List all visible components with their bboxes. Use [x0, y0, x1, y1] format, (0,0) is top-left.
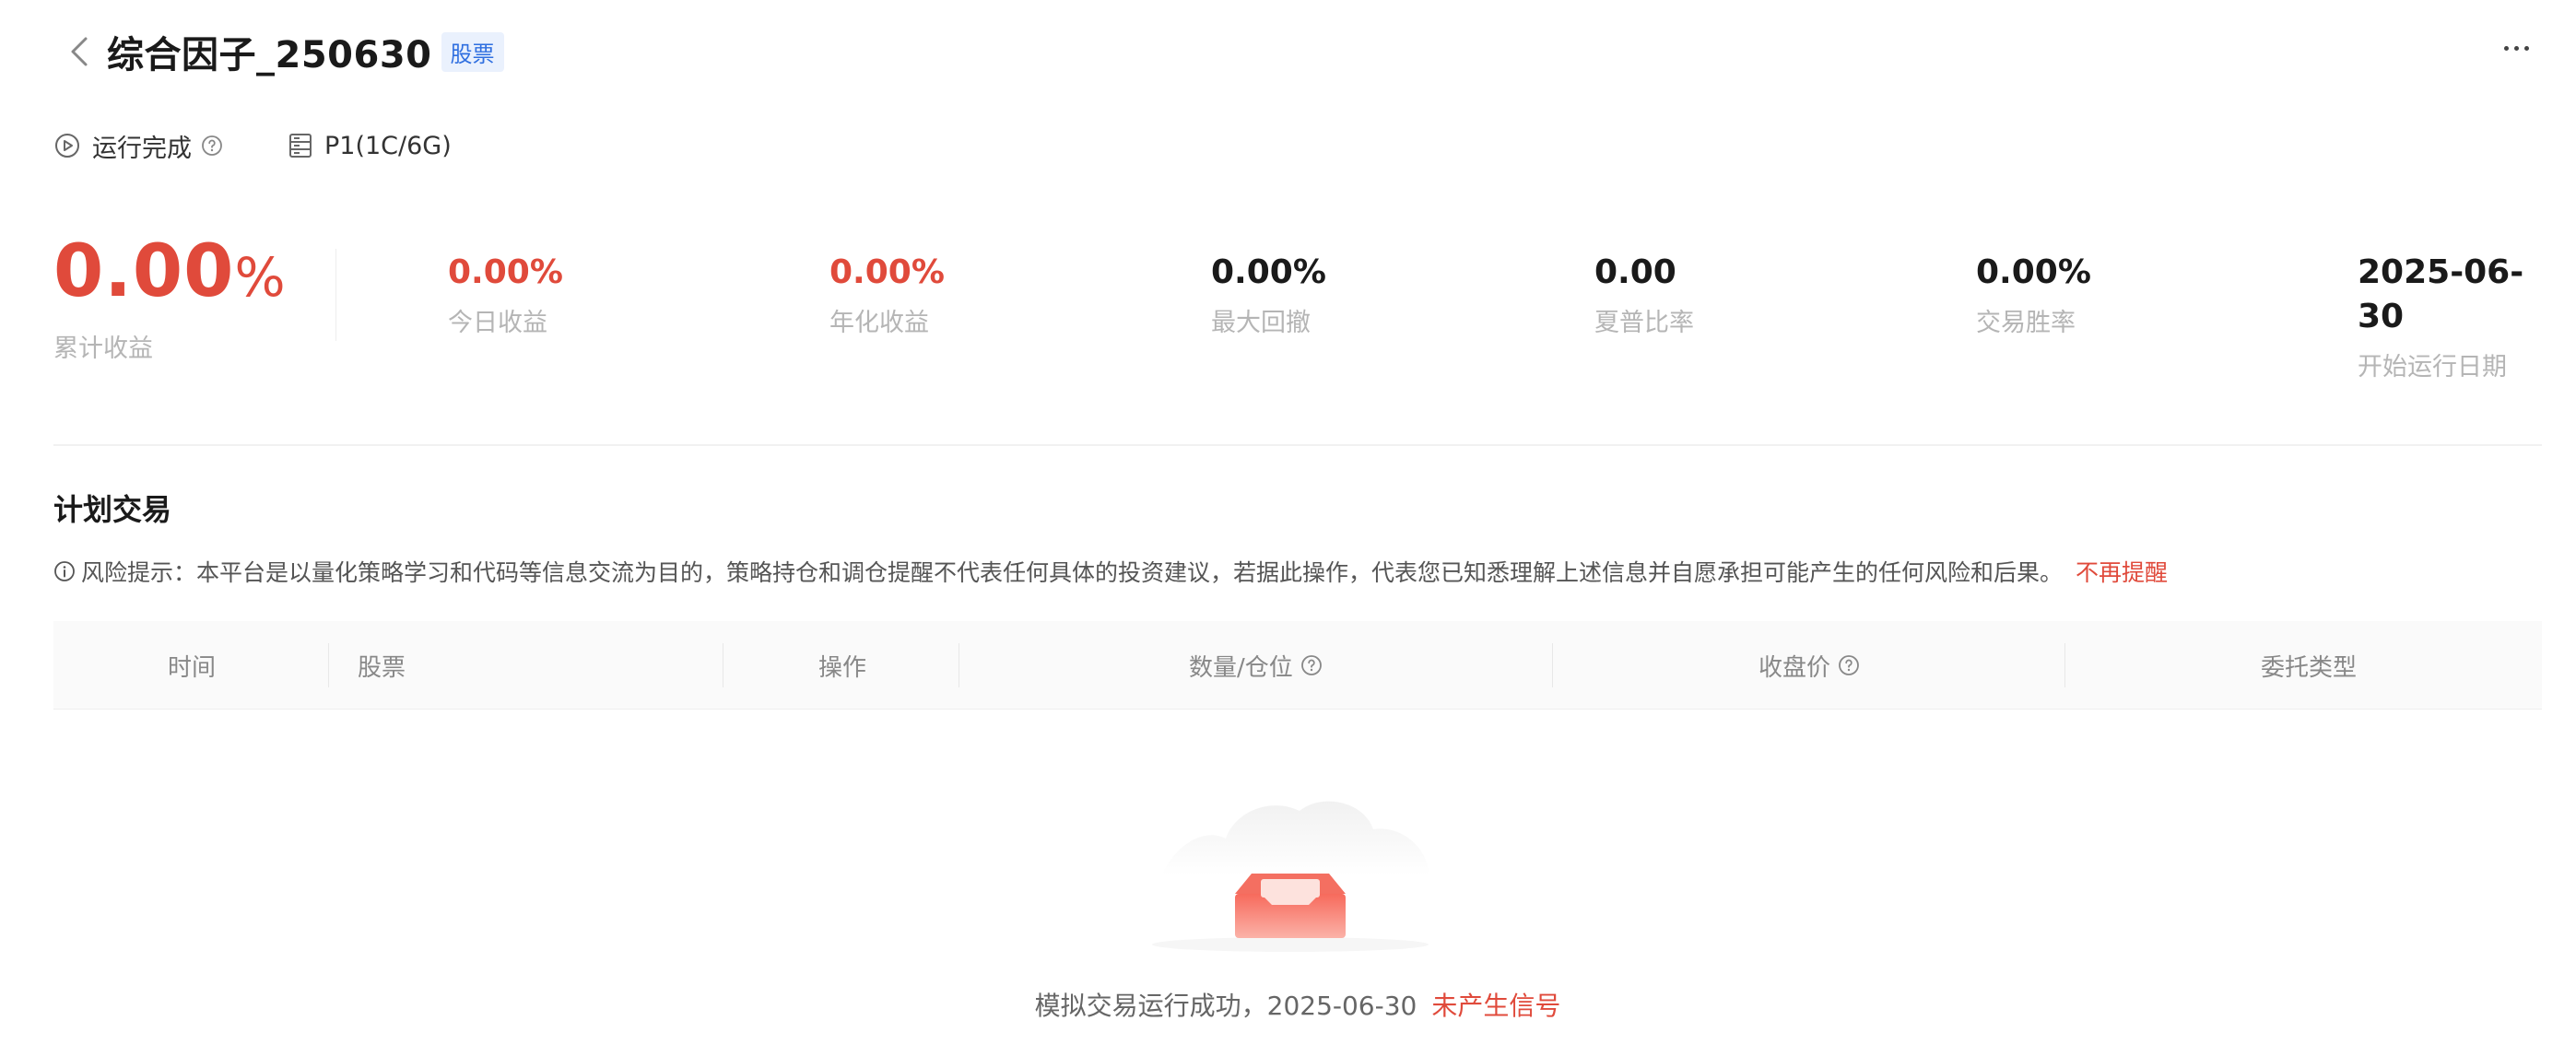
- page-title: 综合因子_250630: [107, 34, 432, 76]
- metric-value: 0.00%: [448, 253, 563, 291]
- metric-cumulative: 0.00% 累计收益: [53, 230, 287, 364]
- metrics-panel: 0.00% 累计收益 0.00% 今日收益 0.00% 年化收益 0.00% 最…: [53, 230, 2542, 381]
- column-header-action[interactable]: 操作: [818, 621, 866, 710]
- empty-accent-text: 未产生信号: [1431, 991, 1561, 1021]
- metric-start-date: 2025-06-30 开始运行日期: [2358, 251, 2542, 382]
- metric-label: 最大回撤: [1211, 309, 1311, 337]
- column-label: 时间: [168, 653, 217, 682]
- column-separator: [1552, 643, 1553, 687]
- metric-sharpe: 0.00 夏普比率: [1594, 251, 1694, 338]
- cumulative-unit: %: [234, 246, 287, 309]
- metric-value: 0.00: [1594, 253, 1676, 291]
- risk-notice: 风险提示：本平台是以量化策略学习和代码等信息交流为目的，策略持仓和调仓提醒不代表…: [53, 555, 2168, 588]
- metric-label: 夏普比率: [1594, 309, 1694, 337]
- column-separator: [328, 643, 329, 687]
- metric-cumulative-label: 累计收益: [53, 334, 153, 363]
- column-header-order-type[interactable]: 委托类型: [2261, 621, 2357, 710]
- empty-inbox-icon: [1152, 801, 1429, 952]
- section-divider: [53, 444, 2542, 446]
- column-header-stock[interactable]: 股票: [358, 621, 406, 710]
- run-status-text: 运行完成: [92, 134, 192, 163]
- column-separator: [2064, 643, 2065, 687]
- dot: [2503, 45, 2509, 51]
- column-header-quantity[interactable]: 数量/仓位: [1189, 621, 1323, 710]
- back-button[interactable]: [61, 33, 98, 70]
- metric-max-drawdown: 0.00% 最大回撤: [1211, 251, 1326, 338]
- status-row: 运行完成 P1(1C/6G): [53, 127, 452, 164]
- help-icon[interactable]: [201, 135, 223, 157]
- metric-cumulative-value: 0.00%: [53, 230, 287, 319]
- resource-text: P1(1C/6G): [324, 131, 452, 160]
- server-icon: [288, 132, 313, 159]
- empty-state-message: 模拟交易运行成功，2025-06-30 未产生信号: [0, 986, 2576, 1023]
- metric-value: 0.00%: [829, 253, 945, 291]
- page: 综合因子_250630 股票 运行完成 P1(1C/6G) 0.00% 累计收益…: [0, 0, 2576, 1056]
- info-icon: [53, 560, 76, 582]
- metric-today: 0.00% 今日收益: [448, 251, 563, 338]
- column-label: 委托类型: [2261, 653, 2358, 682]
- metric-label: 开始运行日期: [2358, 353, 2507, 381]
- table-header: 时间 股票 操作 数量/仓位 收盘价 委托类型: [53, 621, 2542, 710]
- metric-win-rate: 0.00% 交易胜率: [1976, 251, 2091, 338]
- help-icon[interactable]: [1300, 654, 1323, 676]
- column-label: 数量/仓位: [1189, 653, 1293, 682]
- metric-label: 年化收益: [829, 309, 929, 337]
- metric-value: 2025-06-30: [2358, 253, 2524, 335]
- metric-annualized: 0.00% 年化收益: [829, 251, 945, 338]
- metric-divider: [335, 249, 336, 341]
- risk-text: 风险提示：本平台是以量化策略学习和代码等信息交流为目的，策略持仓和调仓提醒不代表…: [81, 559, 2064, 586]
- more-options-button[interactable]: [2493, 29, 2539, 66]
- play-circle-icon: [53, 132, 81, 159]
- resource-spec: P1(1C/6G): [288, 132, 452, 160]
- dot: [2523, 45, 2529, 51]
- metric-label: 交易胜率: [1976, 309, 2076, 337]
- column-label: 收盘价: [1759, 653, 1831, 682]
- chevron-left-icon: [71, 37, 88, 66]
- section-title: 计划交易: [53, 492, 172, 527]
- column-label: 股票: [358, 653, 406, 682]
- help-icon[interactable]: [1838, 654, 1860, 676]
- empty-text: 模拟交易运行成功，2025-06-30: [1034, 991, 1417, 1021]
- metric-value: 0.00%: [1976, 253, 2091, 291]
- column-header-time[interactable]: 时间: [168, 621, 216, 710]
- cumulative-number: 0.00: [53, 230, 235, 313]
- dismiss-risk-link[interactable]: 不再提醒: [2076, 555, 2168, 588]
- column-header-close-price[interactable]: 收盘价: [1759, 621, 1860, 710]
- page-header: 综合因子_250630 股票: [61, 24, 504, 79]
- metric-label: 今日收益: [448, 309, 547, 337]
- column-label: 操作: [818, 653, 867, 682]
- run-status: 运行完成: [53, 128, 223, 164]
- dot: [2513, 45, 2519, 51]
- metric-value: 0.00%: [1211, 253, 1326, 291]
- type-tag: 股票: [441, 31, 504, 72]
